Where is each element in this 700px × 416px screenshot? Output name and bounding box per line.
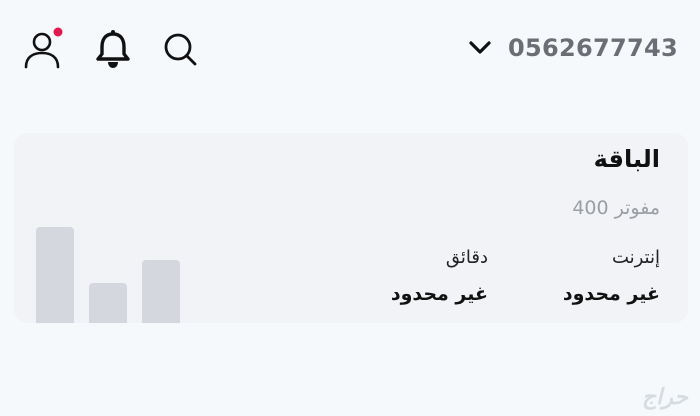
- chevron-down-icon: [469, 41, 491, 54]
- notifications-button[interactable]: [90, 26, 136, 72]
- phone-number-selector[interactable]: 0562677743: [466, 30, 678, 66]
- watermark: حراج: [641, 385, 688, 410]
- plan-card[interactable]: الباقة مفوتر 400 إنترنت غير محدود دقائق …: [14, 133, 688, 323]
- minutes-allowance: دقائق غير محدود: [391, 245, 488, 309]
- profile-button[interactable]: [20, 26, 66, 72]
- bell-icon: [96, 30, 130, 68]
- plan-title: الباقة: [593, 145, 660, 173]
- search-button[interactable]: [156, 26, 202, 72]
- internet-allowance: إنترنت غير محدود: [563, 245, 660, 309]
- phone-number: 0562677743: [508, 34, 678, 62]
- allowance-label: إنترنت: [611, 247, 660, 268]
- notification-dot: [53, 27, 63, 37]
- plan-name: مفوتر 400: [572, 197, 660, 219]
- usage-bar: [36, 227, 74, 323]
- usage-bar: [142, 260, 180, 323]
- allowance-value: غير محدود: [390, 283, 488, 305]
- user-profile-icon: [24, 27, 63, 69]
- allowance-label: دقائق: [445, 247, 488, 268]
- top-bar: 0562677743: [0, 0, 700, 96]
- search-icon: [164, 33, 197, 66]
- allowance-value: غير محدود: [562, 283, 660, 305]
- usage-chart-graphic: [36, 227, 186, 323]
- usage-bar: [89, 283, 127, 323]
